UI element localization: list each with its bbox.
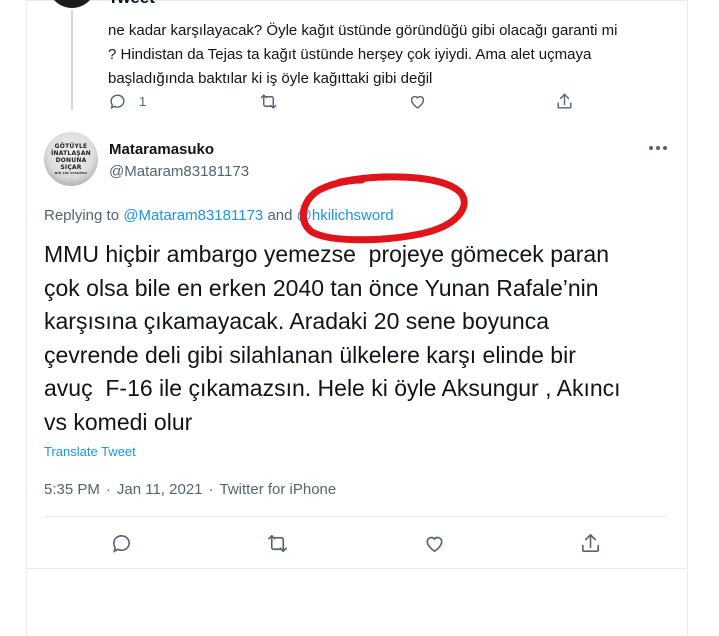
- tweet-text-line: avuç F-16 ile çıkamazsın. Hele ki öyle A…: [44, 375, 621, 401]
- translate-tweet-link[interactable]: Translate Tweet: [44, 444, 136, 459]
- reply-icon: [113, 535, 130, 553]
- tweet-metadata: 5:35 PM · Jan 11, 2021 · Twitter for iPhone: [44, 481, 336, 498]
- parent-tweet-header: Tweet: [108, 0, 155, 8]
- like-button[interactable]: [423, 532, 446, 560]
- mention-link[interactable]: @hkilichsword: [297, 207, 394, 224]
- avatar-text-line: SIÇAR: [60, 163, 82, 171]
- parent-reply-button[interactable]: 1: [108, 92, 146, 111]
- retweet-icon: [268, 535, 287, 552]
- replying-to-prefix: Replying to: [44, 207, 120, 224]
- user-handle[interactable]: @Mataram83181173: [109, 163, 249, 180]
- meta-separator: ·: [208, 481, 214, 498]
- display-name[interactable]: Mataramasuko: [109, 141, 214, 158]
- tweet-text-line: çevrende deli gibi silahlanan ülkelere k…: [44, 341, 576, 368]
- parent-tweet-text: ne kadar karşılayacak? Öyle kağıt üstünd…: [108, 19, 648, 91]
- tweet-source[interactable]: Twitter for iPhone: [220, 481, 337, 498]
- retweet-icon: [260, 94, 277, 109]
- like-icon: [426, 536, 443, 553]
- parent-tweet-line: ? Hindistan da Tejas ta kağıt üstünde he…: [108, 46, 592, 63]
- avatar-text-line: DONUNA: [55, 156, 87, 164]
- tweet-text-line: vs komedi olur: [44, 408, 193, 435]
- tweet-text-line: karşısına çıkamayacak. Aradaki 20 sene b…: [44, 308, 550, 334]
- reply-icon: [110, 94, 125, 110]
- share-icon: [557, 93, 572, 109]
- more-icon[interactable]: [646, 141, 670, 155]
- reply-button[interactable]: [110, 532, 133, 560]
- window-edge: [710, 0, 719, 636]
- tweet-text: MMU hiçbir ambargo yemezse projeye gömec…: [44, 238, 664, 439]
- tweet-text-line: MMU hiçbir ambargo yemezse projeye gömec…: [44, 241, 610, 267]
- parent-like-button[interactable]: [408, 92, 427, 111]
- tweet-text-line: çok olsa bile en erken 2040 tan önce Yun…: [44, 274, 599, 301]
- replying-to-and: and: [267, 207, 293, 224]
- avatar[interactable]: GÖTÜYLE İNATLAŞAN DONUNA SIÇAR BİR ÇİN A…: [44, 132, 98, 186]
- reply-count: 1: [139, 94, 147, 109]
- tweet-date[interactable]: Jan 11, 2021: [117, 481, 203, 498]
- meta-divider: [44, 516, 666, 517]
- share-button[interactable]: [579, 532, 602, 560]
- avatar-text-line: BİR ÇİN ATASÖZÜ: [54, 170, 88, 175]
- meta-separator: ·: [105, 481, 111, 498]
- parent-share-button[interactable]: [555, 92, 574, 111]
- avatar-text-line: İNATLAŞAN: [51, 149, 91, 157]
- share-icon: [582, 534, 599, 552]
- parent-tweet-line: ne kadar karşılayacak? Öyle kağıt üstünd…: [108, 22, 618, 39]
- mention-link[interactable]: @Mataram83181173: [123, 207, 263, 224]
- thread-connector-line: [71, 10, 73, 110]
- replying-to-line: Replying to @Mataram83181173 and @hkilic…: [44, 207, 394, 224]
- avatar-text-line: GÖTÜYLE: [54, 142, 88, 150]
- parent-retweet-button[interactable]: [259, 92, 278, 111]
- tweet-time[interactable]: 5:35 PM: [44, 481, 100, 498]
- bottom-divider: [26, 568, 686, 569]
- parent-tweet-line: başladığında baktılar ki iş öyle kağıtta…: [108, 70, 433, 87]
- like-icon: [410, 95, 425, 109]
- retweet-button[interactable]: [266, 532, 289, 560]
